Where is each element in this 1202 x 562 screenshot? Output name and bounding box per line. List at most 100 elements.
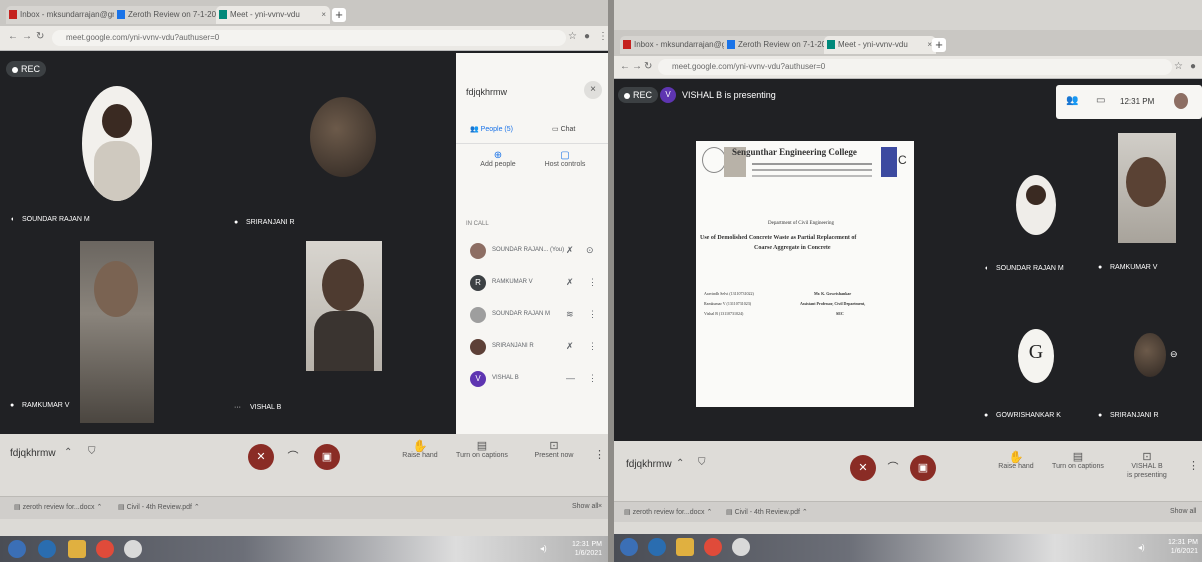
participant-name: RAMKUMAR V [22, 402, 70, 409]
url-field[interactable]: meet.google.com/yni-vvnv-vdu?authuser=0 [52, 30, 566, 46]
more-options-icon[interactable]: ⋮ [594, 448, 605, 461]
volume-icon[interactable]: ◂) [1138, 543, 1145, 552]
chat-icon[interactable]: ▭ [1096, 95, 1105, 106]
mic-toggle-button[interactable]: ✕ [248, 444, 274, 470]
tab-meet[interactable]: Meet - yni-vvnv-vdu × [216, 6, 330, 24]
profile-icon[interactable]: ● [584, 31, 590, 42]
mic-toggle-button[interactable]: ✕ [850, 455, 876, 481]
participant-row[interactable]: V VISHAL B — ⋮ [456, 365, 608, 393]
captions-button[interactable]: ▤ Turn on captions [454, 441, 510, 460]
download-item[interactable]: ▤ Civil - 4th Review.pdf ⌃ [726, 508, 808, 516]
back-icon[interactable]: ← [620, 61, 630, 72]
reload-icon[interactable]: ↻ [36, 31, 44, 42]
bookmark-star-icon[interactable]: ☆ [1174, 61, 1183, 72]
participant-row[interactable]: SOUNDAR RAJAN... (You) ✗ ⊙ [456, 237, 608, 265]
tab-label: Meet - yni-vvnv-vdu [838, 40, 908, 49]
media-icon[interactable] [96, 540, 114, 558]
c-logo-icon: C [898, 153, 907, 167]
download-item[interactable]: ▤ zeroth review for...docx ⌃ [624, 508, 712, 516]
chevron-up-icon[interactable]: ⌃ [676, 458, 684, 469]
leave-call-button[interactable]: ⌒ [884, 459, 902, 477]
tab-meet[interactable]: Meet - yni-vvnv-vdu × [824, 36, 936, 54]
camera-toggle-button[interactable]: ▣ [314, 444, 340, 470]
new-tab-button[interactable]: + [932, 38, 946, 52]
show-all-link[interactable]: Show all [572, 503, 598, 510]
unpin-icon[interactable]: ⊖ [1170, 349, 1178, 359]
volume-icon[interactable]: ◂) [540, 544, 547, 553]
participant-row[interactable]: SOUNDAR RAJAN M ≋ ⋮ [456, 301, 608, 329]
leave-call-button[interactable]: ⌒ [284, 448, 302, 466]
chrome-icon[interactable] [732, 538, 750, 556]
downloads-bar: ▤ zeroth review for...docx ⌃ ▤ Civil - 4… [0, 496, 608, 519]
more-options-icon[interactable]: ⋮ [588, 373, 597, 384]
self-avatar[interactable] [1174, 93, 1188, 109]
participant-avatar: R [470, 275, 486, 291]
host-controls-label: Host controls [544, 161, 586, 168]
tab-inbox[interactable]: Inbox - mksundarrajan@gmail.com× [620, 36, 734, 54]
start-orb-icon[interactable] [620, 538, 638, 556]
start-orb-icon[interactable] [8, 540, 26, 558]
bookmark-star-icon[interactable]: ☆ [568, 31, 577, 42]
more-options-icon[interactable]: ⋮ [588, 277, 597, 288]
show-all-link[interactable]: Show all [1170, 508, 1196, 515]
participant-avatar [310, 97, 376, 177]
tab-label: Meet - yni-vvnv-vdu [230, 10, 300, 19]
reload-icon[interactable]: ↻ [644, 61, 652, 72]
tab-zeroth-review[interactable]: Zeroth Review on 7-1-2021× [114, 6, 226, 24]
more-options-icon[interactable]: ⋮ [588, 341, 597, 352]
host-controls-button[interactable]: ▢ Host controls [540, 151, 590, 169]
folder-icon[interactable] [68, 540, 86, 558]
presenting-status-button[interactable]: ⊡ VISHAL B is presenting [1122, 451, 1172, 480]
tab-chat[interactable]: ▭ Chat [552, 125, 575, 133]
tab-zeroth-review[interactable]: Zeroth Review on 7-1-2021× [724, 36, 834, 54]
security-shield-icon[interactable]: ⛉ [88, 446, 96, 457]
add-people-button[interactable]: ⊕ Add people [478, 151, 518, 169]
participant-avatar: G [1018, 329, 1054, 383]
drive-doc-icon [727, 40, 735, 49]
tab-label: Zeroth Review on 7-1-2021 [128, 10, 225, 19]
raise-hand-button[interactable]: ✋ Raise hand [994, 450, 1038, 471]
ie-icon[interactable] [38, 540, 56, 558]
more-options-icon[interactable]: ⋮ [588, 309, 597, 320]
close-panel-button[interactable]: × [584, 81, 602, 99]
folder-icon[interactable] [676, 538, 694, 556]
media-icon[interactable] [704, 538, 722, 556]
security-shield-icon[interactable]: ⛉ [698, 457, 706, 468]
ie-icon[interactable] [648, 538, 666, 556]
forward-icon[interactable]: → [632, 61, 642, 72]
forward-icon[interactable]: → [22, 31, 32, 42]
participant-camera-feed [80, 241, 154, 423]
captions-button[interactable]: ▤ Turn on captions [1050, 452, 1106, 471]
meet-main-area: REC ◖ SOUNDAR RAJAN M ● SRIRANJANI R ● R… [0, 51, 608, 434]
people-icon[interactable]: 👥 [1066, 95, 1078, 106]
chevron-up-icon[interactable]: ⌃ [64, 447, 72, 458]
chrome-icon[interactable] [124, 540, 142, 558]
url-field[interactable]: meet.google.com/yni-vvnv-vdu?authuser=0 [658, 59, 1172, 75]
slide-college-name: Sengunthar Engineering College [732, 147, 857, 157]
participant-row[interactable]: SRIRANJANI R ✗ ⋮ [456, 333, 608, 361]
slide-guide: Mr. K. Gowrishankar [814, 291, 852, 296]
tab-inbox[interactable]: Inbox - mksundarrajan@gmail.com× [6, 6, 124, 24]
hand-icon: ✋ [1008, 450, 1024, 464]
more-options-icon[interactable]: ⋮ [1188, 459, 1199, 472]
close-icon[interactable]: × [321, 6, 326, 24]
record-dot-icon [624, 92, 630, 99]
tab-people[interactable]: 👥 People (5) [470, 125, 513, 133]
meeting-code: fdjqkhrmw [626, 459, 672, 470]
close-icon[interactable]: × [598, 503, 602, 510]
mic-off-icon: ✕ [256, 451, 266, 463]
pin-icon[interactable]: ⊙ [586, 245, 594, 256]
camera-off-icon: ▣ [917, 462, 929, 474]
present-now-button[interactable]: ⊡ Present now [530, 441, 578, 460]
present-icon: ⊡ [1142, 451, 1152, 463]
camera-toggle-button[interactable]: ▣ [910, 455, 936, 481]
back-icon[interactable]: ← [8, 31, 18, 42]
participant-name: SOUNDAR RAJAN M [492, 311, 551, 317]
download-item[interactable]: ▤ zeroth review for...docx ⌃ [14, 503, 102, 511]
chrome-menu-icon[interactable]: ⋮ [598, 31, 608, 42]
download-item[interactable]: ▤ Civil - 4th Review.pdf ⌃ [118, 503, 200, 511]
new-tab-button[interactable]: + [332, 8, 346, 22]
participant-row[interactable]: R RAMKUMAR V ✗ ⋮ [456, 269, 608, 297]
profile-icon[interactable]: ● [1190, 61, 1196, 72]
raise-hand-button[interactable]: ✋ Raise hand [398, 440, 442, 460]
